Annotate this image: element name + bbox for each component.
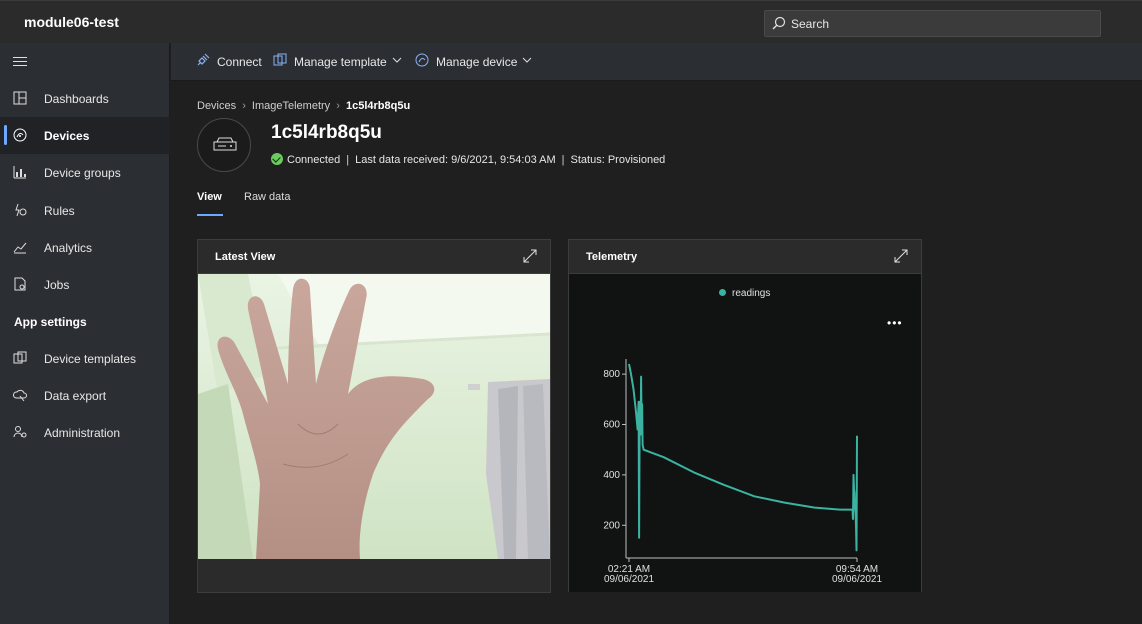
app-title[interactable]: module06-test [24,14,119,30]
last-data-received: Last data received: 9/6/2021, 9:54:03 AM [355,154,556,166]
breadcrumb-template[interactable]: ImageTelemetry [252,100,330,112]
connection-status: Connected [287,154,341,166]
series-line-readings [628,363,858,552]
x-tick-label-date: 09/06/2021 [604,574,654,585]
breadcrumb-devices[interactable]: Devices [197,100,236,112]
sidebar-item-label: Data export [44,389,107,403]
y-tick-label: 800 [603,369,620,380]
main-content: Devices › ImageTelemetry › 1c5l4rb8q5u 1… [171,81,1142,624]
chevron-down-icon [522,57,532,63]
sidebar-item-label: Administration [44,426,121,440]
breadcrumb-current: 1c5l4rb8q5u [345,100,411,112]
dashboard-icon [13,91,27,105]
latest-view-tile: Latest View [197,239,551,593]
command-bar: Connect Manage template Manage device [171,43,1142,81]
sidebar-item-rules[interactable]: Rules [0,192,170,229]
sidebar-item-label: Device templates [44,352,137,366]
sidebar-item-jobs[interactable]: Jobs [0,266,170,303]
sidebar-item-label: Devices [44,129,90,143]
sidebar-item-label: Rules [44,204,75,218]
device-groups-icon [13,166,26,179]
device-avatar [197,118,251,172]
devices-icon [13,128,27,142]
expand-icon[interactable] [894,249,908,263]
tab-raw-data[interactable]: Raw data [244,191,290,203]
analytics-icon [13,242,27,254]
device-icon [213,137,237,151]
tab-view[interactable]: View [197,191,222,203]
search-placeholder: Search [791,17,830,31]
active-tab-indicator [197,214,223,216]
expand-icon[interactable] [523,249,537,263]
sidebar-item-administration[interactable]: Administration [0,414,170,451]
template-icon [273,53,287,66]
data-export-icon [13,389,27,402]
plug-icon [197,53,210,66]
search-box[interactable]: Search [764,10,1101,37]
search-icon [772,16,786,30]
active-indicator [4,125,7,145]
breadcrumb-separator: › [242,100,246,112]
breadcrumb: Devices › ImageTelemetry › 1c5l4rb8q5u [197,100,410,112]
manage-device-label: Manage device [436,55,518,69]
telemetry-chart: readings ••• 200 400 600 800 02:21 AM 09/06/2… [569,274,921,592]
sidebar-item-data-export[interactable]: Data export [0,377,170,414]
sidebar-item-analytics[interactable]: Analytics [0,229,170,266]
tile-title: Latest View [215,251,276,263]
breadcrumb-separator: › [336,100,340,112]
sidebar-item-device-templates[interactable]: Device templates [0,340,170,377]
device-status-line: Connected | Last data received: 9/6/2021, … [271,153,665,166]
check-icon [271,153,283,165]
sidebar-item-label: Dashboards [44,92,109,106]
provisioning-status: Status: Provisioned [570,154,666,166]
rules-icon [15,203,27,217]
sidebar-item-label: Analytics [44,241,93,255]
device-name: 1c5l4rb8q5u [271,122,382,143]
sidebar-item-dashboards[interactable]: Dashboards [0,80,170,117]
chart-plot: 20040060080002:21 AM09/06/202109:54 AM09… [603,359,882,585]
sidebar-item-device-groups[interactable]: Device groups [0,154,170,191]
x-tick-label-date: 09/06/2021 [832,574,882,585]
tile-header: Telemetry [569,240,921,274]
sidebar-item-label: Jobs [44,278,70,292]
manage-template-label: Manage template [294,55,387,69]
camera-image [198,274,550,559]
y-tick-label: 600 [603,419,620,430]
app-settings-heading: App settings [14,315,87,329]
sidebar: Dashboards Devices Device groups Rules A… [0,43,170,624]
tile-header: Latest View [198,240,550,274]
menu-icon[interactable] [13,57,27,69]
chevron-down-icon [392,57,402,63]
telemetry-tile: Telemetry readings ••• 200 400 600 800 02:21… [568,239,922,592]
connect-label: Connect [217,55,262,69]
top-bar: module06-test Search [0,0,1142,43]
y-tick-label: 200 [603,520,620,531]
jobs-icon [14,277,26,291]
sidebar-item-devices[interactable]: Devices [0,117,170,154]
y-tick-label: 400 [603,470,620,481]
device-templates-icon [13,351,27,364]
administration-icon [13,426,27,438]
sidebar-item-label: Device groups [44,166,121,180]
device-icon [415,53,429,67]
tile-title: Telemetry [586,251,638,263]
